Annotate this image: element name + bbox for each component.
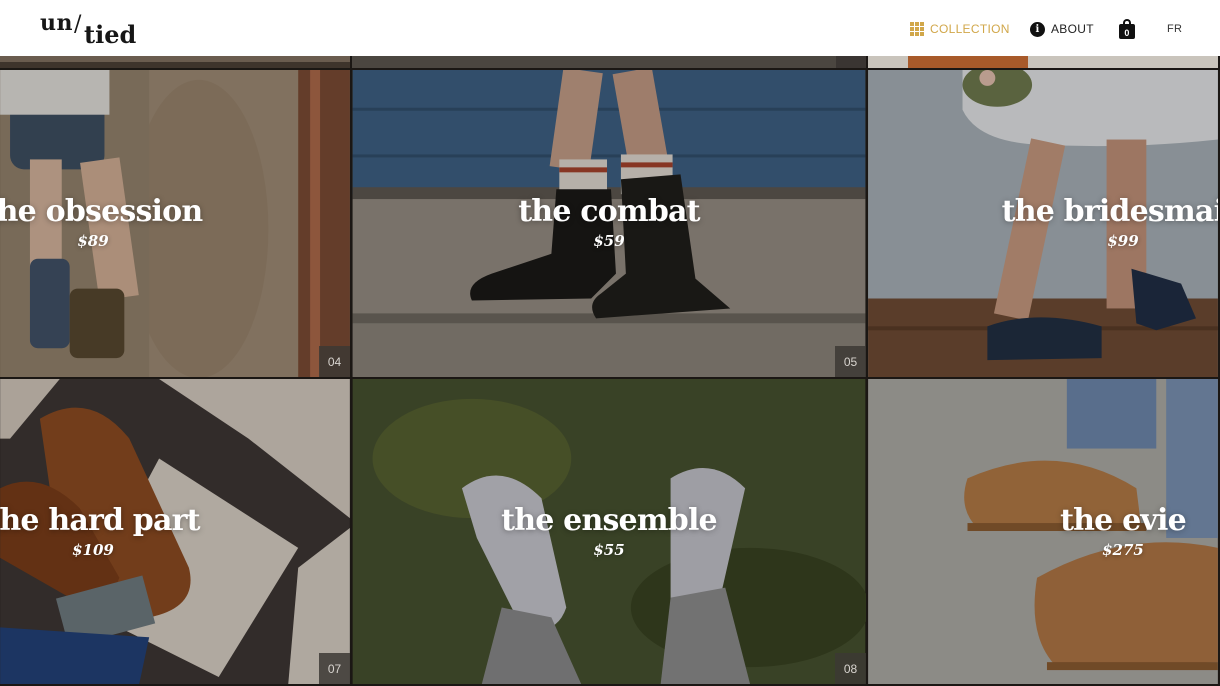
product-tile-partial[interactable] — [352, 56, 868, 70]
cart-count: 0 — [1124, 28, 1130, 38]
logo-slash: / — [74, 12, 82, 37]
nav-about[interactable]: i ABOUT — [1030, 18, 1094, 40]
product-tile[interactable]: the ensemble $55 08 — [352, 379, 868, 686]
product-title: the evie — [1060, 503, 1187, 538]
product-price: $275 — [1102, 541, 1144, 559]
product-title: the combat — [518, 194, 700, 229]
product-price: $55 — [593, 541, 625, 559]
grid-icon — [910, 22, 924, 36]
product-tile-partial[interactable] — [868, 56, 1220, 70]
product-photo — [868, 56, 1218, 68]
product-photo — [0, 56, 350, 68]
product-tile[interactable]: the combat $59 05 — [352, 70, 868, 379]
product-number: 05 — [835, 346, 866, 377]
product-tile[interactable]: the evie $275 — [868, 379, 1220, 686]
cart-button[interactable]: 0 — [1119, 18, 1135, 40]
product-price: $99 — [1107, 232, 1139, 250]
product-price: $89 — [77, 232, 109, 250]
language-toggle[interactable]: FR — [1167, 18, 1182, 40]
product-number: 07 — [319, 653, 350, 684]
nav-collection-label: COLLECTION — [930, 22, 1010, 36]
info-icon: i — [1030, 21, 1045, 37]
product-tile[interactable]: the obsession $89 04 — [0, 70, 352, 379]
nav-about-label: ABOUT — [1051, 22, 1094, 36]
product-tile-partial[interactable] — [0, 56, 352, 70]
nav-collection[interactable]: COLLECTION — [910, 18, 1010, 40]
product-title: the bridesmaid — [1001, 194, 1218, 229]
product-price: $109 — [72, 541, 114, 559]
product-title: the ensemble — [501, 503, 717, 538]
logo-un: un — [40, 10, 73, 36]
untied-logo[interactable]: un / tied — [40, 8, 150, 49]
logo-tied: tied — [84, 20, 137, 49]
product-title: the hard part — [0, 503, 200, 538]
product-tile[interactable]: the bridesmaid $99 — [868, 70, 1220, 379]
product-photo — [352, 56, 866, 68]
product-number: 08 — [835, 653, 866, 684]
shopping-bag-icon: 0 — [1119, 19, 1135, 39]
product-title: the obsession — [0, 194, 203, 229]
product-price: $59 — [593, 232, 625, 250]
product-tile[interactable]: the hard part $109 07 — [0, 379, 352, 686]
product-number: 04 — [319, 346, 350, 377]
site-header: un / tied COLLECTION i ABOUT 0 FR — [0, 0, 1220, 56]
